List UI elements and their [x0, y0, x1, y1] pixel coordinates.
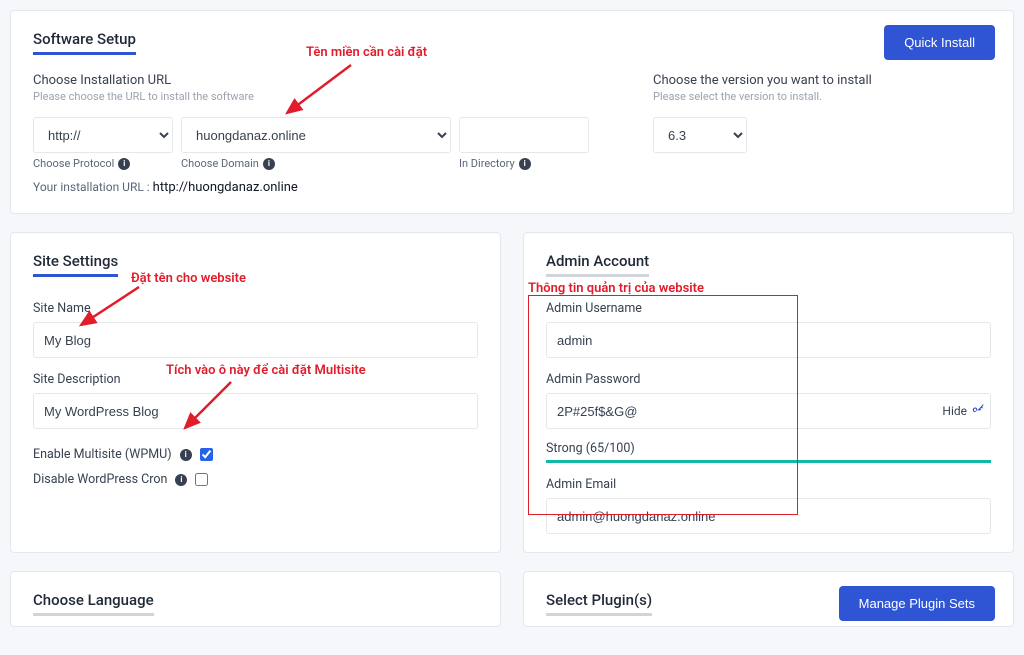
admin-email-input[interactable] [546, 498, 991, 534]
annotation-admin: Thông tin quản trị của website [528, 281, 704, 296]
info-icon: i [519, 158, 531, 170]
site-settings-title: Site Settings [33, 252, 118, 277]
site-name-label: Site Name [33, 301, 478, 316]
admin-username-input[interactable] [546, 322, 991, 358]
protocol-label: Choose Protocol [33, 157, 114, 170]
info-icon: i [118, 158, 130, 170]
choose-url-label: Choose Installation URL [33, 73, 593, 88]
choose-language-card: Choose Language [10, 571, 501, 627]
annotation-domain: Tên miền cần cài đặt [306, 45, 427, 60]
disable-cron-label: Disable WordPress Cron [33, 472, 167, 487]
admin-account-card: Admin Account Admin Username Admin Passw… [523, 232, 1014, 553]
choose-version-label: Choose the version you want to install [653, 73, 991, 88]
info-icon: i [263, 158, 275, 170]
choose-language-title: Choose Language [33, 591, 154, 616]
site-settings-card: Site Settings Site Name Site Description… [10, 232, 501, 553]
domain-label: Choose Domain [181, 157, 259, 170]
software-setup-card: Software Setup Quick Install Choose Inst… [10, 10, 1014, 214]
annotation-sitename: Đặt tên cho website [131, 271, 246, 286]
site-desc-label: Site Description [33, 372, 478, 387]
version-select[interactable]: 6.3 [653, 117, 747, 153]
admin-password-input[interactable] [546, 393, 991, 429]
directory-label: In Directory [459, 157, 515, 170]
info-icon: i [175, 474, 187, 486]
enable-multisite-label: Enable Multisite (WPMU) [33, 447, 172, 462]
admin-account-title: Admin Account [546, 252, 649, 277]
password-strength: Strong (65/100) [546, 433, 991, 463]
site-desc-input[interactable] [33, 393, 478, 429]
directory-input[interactable] [459, 117, 589, 153]
hide-password-toggle[interactable]: Hide [942, 404, 985, 418]
domain-select[interactable]: huongdanaz.online [181, 117, 451, 153]
admin-password-label: Admin Password [546, 372, 991, 387]
protocol-select[interactable]: http:// [33, 117, 173, 153]
software-setup-title: Software Setup [33, 30, 136, 55]
installation-url-line: Your installation URL : http://huongdana… [33, 180, 593, 195]
key-icon [971, 404, 985, 418]
enable-multisite-checkbox[interactable] [200, 448, 213, 461]
disable-cron-checkbox[interactable] [195, 473, 208, 486]
quick-install-button[interactable]: Quick Install [884, 25, 995, 60]
admin-email-label: Admin Email [546, 477, 991, 492]
select-plugins-title: Select Plugin(s) [546, 591, 652, 616]
choose-version-sub: Please select the version to install. [653, 90, 991, 103]
info-icon: i [180, 449, 192, 461]
manage-plugin-sets-button[interactable]: Manage Plugin Sets [839, 586, 995, 621]
admin-username-label: Admin Username [546, 301, 991, 316]
site-name-input[interactable] [33, 322, 478, 358]
select-plugins-card: Select Plugin(s) Manage Plugin Sets [523, 571, 1014, 627]
choose-url-sub: Please choose the URL to install the sof… [33, 90, 593, 103]
